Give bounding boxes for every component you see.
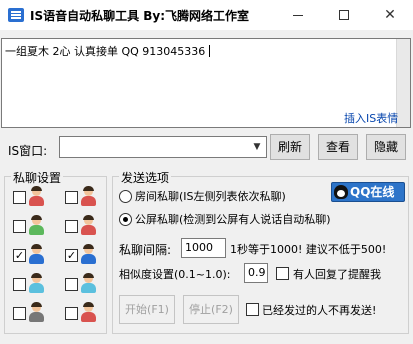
account-item[interactable] <box>65 215 105 238</box>
user-avatar-icon <box>29 186 44 207</box>
account-item[interactable] <box>13 186 53 209</box>
account-checkbox[interactable]: ✓ <box>65 249 78 262</box>
account-checkbox[interactable] <box>65 307 78 320</box>
account-item[interactable] <box>65 302 105 325</box>
account-checkbox[interactable] <box>13 220 26 233</box>
no-repeat-label: 已经发过的人不再发送! <box>262 304 377 317</box>
insert-is-emoji-link[interactable]: 插入IS表情 <box>344 110 398 126</box>
close-icon: ✕ <box>384 7 396 23</box>
room-private-option[interactable]: 房间私聊(IS左侧列表依次私聊) <box>119 188 286 204</box>
user-avatar-icon <box>29 302 44 323</box>
room-private-label: 房间私聊(IS左侧列表依次私聊) <box>135 190 286 203</box>
interval-input[interactable]: 1000 <box>181 238 226 258</box>
chat-settings-group: 私聊设置 ✓ ✓ <box>4 169 107 334</box>
account-checkbox[interactable] <box>13 307 26 320</box>
qq-online-label: QQ在线 <box>350 185 395 199</box>
app-window: IS语音自动私聊工具 By:飞腾网络工作室 ✕ 一组夏木 2心 认真接单 QQ … <box>0 0 413 344</box>
remind-reply-checkbox[interactable] <box>276 267 289 280</box>
user-avatar-icon <box>81 186 96 207</box>
interval-hint: 1秒等于1000! 建议不低于500! <box>230 243 387 256</box>
window-title: IS语音自动私聊工具 By:飞腾网络工作室 <box>30 9 250 23</box>
account-item[interactable]: ✓ <box>13 244 53 267</box>
chevron-down-icon[interactable]: ▼ <box>250 140 264 154</box>
account-item[interactable] <box>65 186 105 209</box>
public-private-label: 公屏私聊(检测到公屏有人说话自动私聊) <box>135 213 331 226</box>
account-item[interactable] <box>65 273 105 296</box>
account-checkbox[interactable] <box>65 220 78 233</box>
room-private-radio[interactable] <box>119 190 132 203</box>
close-button[interactable]: ✕ <box>367 0 413 30</box>
qq-online-button[interactable]: QQ在线 <box>331 182 405 202</box>
maximize-icon <box>339 10 349 20</box>
similarity-label: 相似度设置(0.1~1.0): <box>119 268 231 281</box>
text-caret <box>209 45 211 57</box>
account-item[interactable] <box>13 302 53 325</box>
qq-penguin-icon <box>334 185 348 199</box>
chat-settings-legend: 私聊设置 <box>11 169 64 186</box>
public-private-radio[interactable] <box>119 213 132 226</box>
remind-reply-label: 有人回复了提醒我 <box>293 268 381 281</box>
user-avatar-icon <box>29 215 44 236</box>
account-checkbox[interactable] <box>13 278 26 291</box>
interval-label: 私聊间隔: <box>119 243 172 257</box>
minimize-icon <box>293 14 303 16</box>
account-checkbox[interactable] <box>65 191 78 204</box>
start-button[interactable]: 开始(F1) <box>119 295 175 324</box>
account-item[interactable] <box>13 273 53 296</box>
user-avatar-icon <box>81 302 96 323</box>
refresh-button[interactable]: 刷新 <box>270 134 310 160</box>
user-avatar-icon <box>29 244 44 265</box>
app-icon <box>8 8 24 22</box>
hide-button[interactable]: 隐藏 <box>366 134 406 160</box>
maximize-button[interactable] <box>321 0 367 30</box>
title-bar: IS语音自动私聊工具 By:飞腾网络工作室 ✕ <box>0 0 413 30</box>
user-avatar-icon <box>81 273 96 294</box>
similarity-input[interactable]: 0.9 <box>244 263 268 283</box>
account-checkbox[interactable] <box>65 278 78 291</box>
view-button[interactable]: 查看 <box>318 134 358 160</box>
public-private-option[interactable]: 公屏私聊(检测到公屏有人说话自动私聊) <box>119 211 331 227</box>
send-options-legend: 发送选项 <box>119 169 172 186</box>
user-avatar-icon <box>29 273 44 294</box>
minimize-button[interactable] <box>275 0 321 30</box>
user-avatar-icon <box>81 215 96 236</box>
account-checkbox[interactable] <box>13 191 26 204</box>
account-item[interactable] <box>13 215 53 238</box>
account-item[interactable]: ✓ <box>65 244 105 267</box>
no-repeat-checkbox[interactable] <box>246 303 259 316</box>
stop-button[interactable]: 停止(F2) <box>183 295 239 324</box>
message-text: 一组夏木 2心 认真接单 QQ 913045336 <box>5 45 206 58</box>
is-window-label: IS窗口: <box>8 144 48 158</box>
user-avatar-icon <box>81 244 96 265</box>
is-window-select[interactable]: ▼ <box>59 136 267 158</box>
account-checkbox[interactable]: ✓ <box>13 249 26 262</box>
